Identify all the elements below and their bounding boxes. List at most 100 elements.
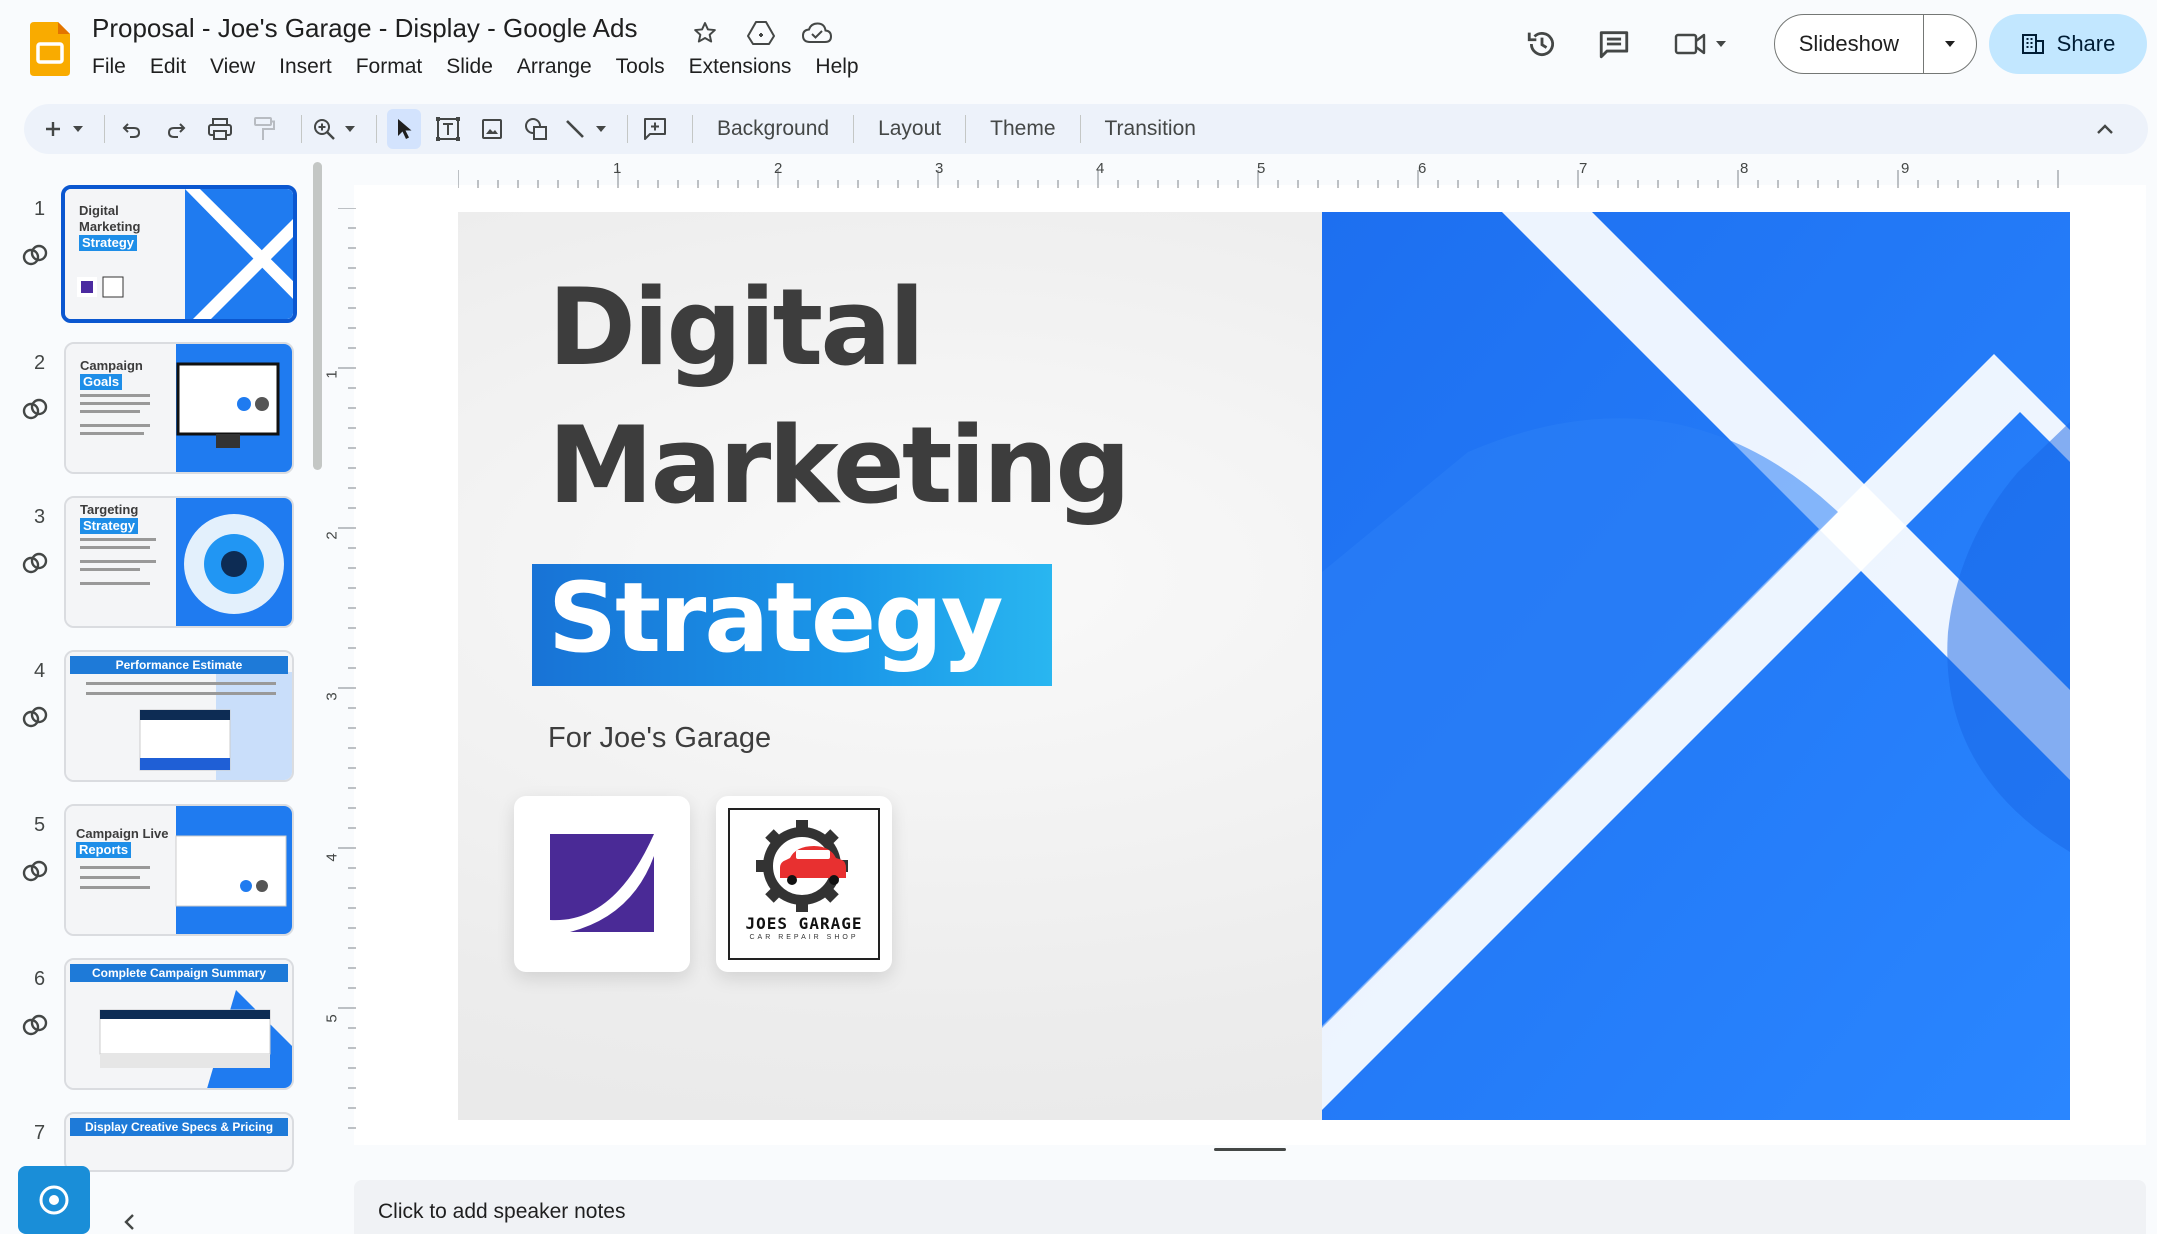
select-tool[interactable] (387, 109, 421, 149)
slide-thumbnail[interactable]: Performance Estimate (64, 650, 294, 782)
slide-thumbnail[interactable]: Campaign Live Reports (64, 804, 294, 936)
menu-arrange[interactable]: Arrange (505, 53, 604, 81)
toolbar-divider (104, 115, 105, 143)
thumbnail-title: Campaign Live Reports (76, 826, 176, 858)
link-icon (22, 398, 48, 420)
star-icon[interactable] (688, 16, 722, 50)
menu-help[interactable]: Help (803, 53, 870, 81)
chevron-down-icon (1715, 41, 1726, 47)
filmstrip-scrollbar[interactable] (313, 162, 322, 470)
agency-logo-icon (550, 834, 654, 932)
menu-tools[interactable]: Tools (604, 53, 677, 81)
slideshow-dropdown-button[interactable] (1924, 15, 1976, 73)
notes-resize-handle[interactable] (1214, 1148, 1286, 1151)
agency-logo-card[interactable] (514, 796, 690, 972)
slide-title-highlight[interactable]: Strategy (548, 562, 1003, 674)
thumbnail-title-line: Campaign (80, 358, 143, 373)
client-logo-frame: JOES GARAGE CAR REPAIR SHOP (728, 808, 880, 960)
slides-logo-icon[interactable] (30, 22, 70, 76)
filmstrip-slide[interactable]: 3 Targeting Strategy (0, 494, 300, 634)
vertical-ruler: 1 2 3 4 5 (323, 208, 356, 1140)
line-tool[interactable] (563, 109, 607, 149)
ruler-label: 5 (323, 1014, 341, 1023)
speaker-notes-placeholder[interactable]: Click to add speaker notes (378, 1200, 625, 1224)
horizontal-ruler: 1 2 3 4 5 6 7 8 9 (458, 158, 2070, 188)
share-button[interactable]: Share (1989, 14, 2147, 74)
new-slide-button[interactable] (42, 109, 84, 149)
comments-icon[interactable] (1590, 20, 1638, 68)
document-title[interactable]: Proposal - Joe's Garage - Display - Goog… (92, 13, 637, 44)
thumbnail-title-line: Marketing (79, 219, 141, 234)
slide-title-line-1[interactable]: Digital (548, 266, 925, 389)
menu-edit[interactable]: Edit (138, 53, 198, 81)
move-to-drive-icon[interactable] (744, 16, 778, 50)
menu-insert[interactable]: Insert (267, 53, 344, 81)
filmstrip-slide[interactable]: 4 Performance Estimate (0, 648, 300, 788)
image-icon (482, 119, 502, 139)
theme-button[interactable]: Theme (976, 109, 1069, 149)
slide-subtitle[interactable]: For Joe's Garage (548, 722, 771, 755)
assistant-button[interactable] (18, 1166, 90, 1234)
slide-title-line-2[interactable]: Marketing (548, 404, 1131, 527)
print-button[interactable] (203, 109, 237, 149)
ruler-label: 3 (323, 692, 341, 701)
menu-format[interactable]: Format (344, 53, 435, 81)
undo-icon (122, 123, 141, 138)
ruler-label: 6 (1418, 160, 1427, 177)
version-history-icon[interactable] (1518, 20, 1566, 68)
menu-view[interactable]: View (198, 53, 267, 81)
filmstrip-slide[interactable]: 6 Complete Campaign Summary (0, 956, 300, 1096)
menu-slide[interactable]: Slide (434, 53, 505, 81)
zoom-button[interactable] (312, 109, 356, 149)
slide-number: 4 (34, 660, 46, 682)
slide-number: 6 (34, 968, 46, 990)
thumbnail-banner: Display Creative Specs & Pricing (70, 1118, 288, 1136)
slideshow-button[interactable]: Slideshow (1775, 15, 1924, 73)
toolbar-divider (692, 115, 693, 143)
add-comment-icon (644, 118, 666, 140)
chevron-down-icon (596, 126, 606, 132)
thumbnail-highlight: Strategy (80, 518, 139, 534)
chevron-down-icon (73, 126, 83, 132)
chevron-down-icon (345, 126, 355, 132)
paint-format-button[interactable] (247, 109, 281, 149)
meet-button[interactable] (1666, 20, 1736, 68)
menu-file[interactable]: File (80, 53, 138, 81)
undo-button[interactable] (115, 109, 149, 149)
client-logo-card[interactable]: JOES GARAGE CAR REPAIR SHOP (716, 796, 892, 972)
insert-image-tool[interactable] (475, 109, 509, 149)
slide-number: 3 (34, 506, 46, 528)
text-box-tool[interactable] (431, 109, 465, 149)
slide-thumbnail[interactable]: Targeting Strategy (64, 496, 294, 628)
shape-tool[interactable] (519, 109, 553, 149)
filmstrip-slide[interactable]: 2 Campaign Goals (0, 340, 300, 480)
add-comment-button[interactable] (638, 109, 672, 149)
share-label: Share (2056, 31, 2116, 56)
transition-button[interactable]: Transition (1091, 109, 1210, 149)
slide-thumbnail[interactable]: Complete Campaign Summary (64, 958, 294, 1090)
slide-thumbnail[interactable]: Campaign Goals (64, 342, 294, 474)
hide-menus-chevron-up-icon[interactable] (2088, 112, 2122, 146)
thumbnail-title-line: Targeting (80, 502, 139, 517)
speaker-notes[interactable]: Click to add speaker notes (354, 1180, 2146, 1234)
link-icon (22, 552, 48, 574)
slide-thumbnail[interactable]: Display Creative Specs & Pricing (64, 1112, 294, 1172)
client-logo-text: JOES GARAGE (745, 914, 863, 933)
thumbnail-title-line: Campaign Live (76, 826, 169, 841)
line-icon (566, 120, 584, 138)
ruler-label: 7 (1579, 160, 1588, 177)
filmstrip-slide[interactable]: 5 Campaign Live Reports (0, 802, 300, 942)
slide-canvas[interactable]: Digital Marketing Strategy For Joe's Gar… (458, 212, 2070, 1120)
layout-button[interactable]: Layout (864, 109, 955, 149)
menu-extensions[interactable]: Extensions (677, 53, 804, 81)
shapes-icon (525, 118, 547, 140)
link-icon (22, 244, 48, 266)
cloud-saved-icon[interactable] (800, 16, 834, 50)
thumbnail-banner: Performance Estimate (70, 656, 288, 674)
slide-thumbnail[interactable]: Digital Marketing Strategy (61, 185, 297, 323)
redo-button[interactable] (159, 109, 193, 149)
chevron-left-icon[interactable] (118, 1210, 142, 1234)
background-button[interactable]: Background (703, 109, 843, 149)
filmstrip-slide[interactable]: 1 Digital Marketing Strategy (0, 185, 300, 326)
toolbar-divider (1079, 115, 1081, 143)
